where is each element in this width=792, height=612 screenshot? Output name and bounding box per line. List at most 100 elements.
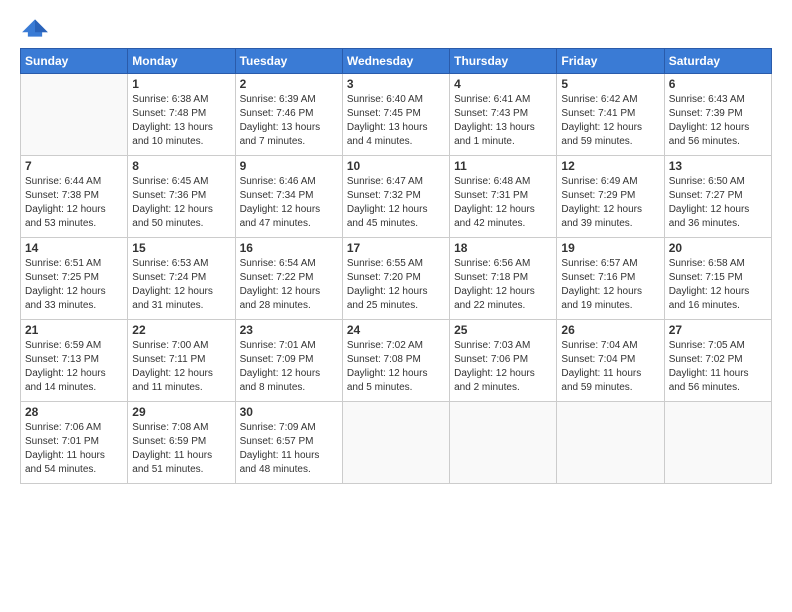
calendar-cell: 18 Sunrise: 6:56 AM Sunset: 7:18 PM Dayli… xyxy=(450,238,557,320)
day-info: Sunrise: 6:50 AM Sunset: 7:27 PM Dayligh… xyxy=(669,175,767,231)
day-info: Sunrise: 7:02 AM Sunset: 7:08 PM Dayligh… xyxy=(347,339,445,395)
day-info: Sunrise: 6:45 AM Sunset: 7:36 PM Dayligh… xyxy=(132,175,230,231)
day-number: 11 xyxy=(454,159,552,173)
calendar-cell: 16Sunrise: 6:54 AM Sunset: 7:22 PM Dayli… xyxy=(235,238,342,320)
calendar-cell: 20 Sunrise: 6:58 AM Sunset: 7:15 PM Dayli… xyxy=(664,238,771,320)
header xyxy=(20,18,772,38)
calendar-week-row: 14Sunrise: 6:51 AM Sunset: 7:25 PM Dayli… xyxy=(21,238,772,320)
weekday-header: Wednesday xyxy=(342,49,449,74)
calendar-cell: 19Sunrise: 6:57 AM Sunset: 7:16 PM Dayli… xyxy=(557,238,664,320)
day-number: 19 xyxy=(561,241,659,255)
weekday-row: SundayMondayTuesdayWednesdayThursdayFrid… xyxy=(21,49,772,74)
day-info: Sunrise: 6:41 AM Sunset: 7:43 PM Dayligh… xyxy=(454,93,552,149)
day-info: Sunrise: 6:47 AM Sunset: 7:32 PM Dayligh… xyxy=(347,175,445,231)
weekday-header: Sunday xyxy=(21,49,128,74)
calendar-cell: 3 Sunrise: 6:40 AM Sunset: 7:45 PM Daylig… xyxy=(342,74,449,156)
calendar-cell: 9 Sunrise: 6:46 AM Sunset: 7:34 PM Daylig… xyxy=(235,156,342,238)
day-number: 14 xyxy=(25,241,123,255)
page: SundayMondayTuesdayWednesdayThursdayFrid… xyxy=(0,0,792,494)
calendar-cell: 23 Sunrise: 7:01 AM Sunset: 7:09 PM Dayli… xyxy=(235,320,342,402)
day-number: 17 xyxy=(347,241,445,255)
day-number: 18 xyxy=(454,241,552,255)
calendar-cell xyxy=(21,74,128,156)
day-number: 28 xyxy=(25,405,123,419)
day-info: Sunrise: 7:05 AM Sunset: 7:02 PM Dayligh… xyxy=(669,339,767,395)
calendar-cell: 17 Sunrise: 6:55 AM Sunset: 7:20 PM Dayli… xyxy=(342,238,449,320)
day-number: 23 xyxy=(240,323,338,337)
weekday-header: Friday xyxy=(557,49,664,74)
calendar-cell: 30 Sunrise: 7:09 AM Sunset: 6:57 PM Dayli… xyxy=(235,402,342,484)
day-number: 8 xyxy=(132,159,230,173)
day-info: Sunrise: 7:09 AM Sunset: 6:57 PM Dayligh… xyxy=(240,421,338,477)
calendar-cell: 12 Sunrise: 6:49 AM Sunset: 7:29 PM Dayli… xyxy=(557,156,664,238)
calendar-cell: 8 Sunrise: 6:45 AM Sunset: 7:36 PM Daylig… xyxy=(128,156,235,238)
day-number: 21 xyxy=(25,323,123,337)
logo xyxy=(20,18,54,38)
calendar-cell: 7 Sunrise: 6:44 AM Sunset: 7:38 PM Daylig… xyxy=(21,156,128,238)
calendar-cell: 28 Sunrise: 7:06 AM Sunset: 7:01 PM Dayli… xyxy=(21,402,128,484)
calendar-cell xyxy=(664,402,771,484)
day-number: 10 xyxy=(347,159,445,173)
day-info: Sunrise: 7:01 AM Sunset: 7:09 PM Dayligh… xyxy=(240,339,338,395)
day-number: 22 xyxy=(132,323,230,337)
calendar-cell: 26 Sunrise: 7:04 AM Sunset: 7:04 PM Dayli… xyxy=(557,320,664,402)
calendar-cell: 4 Sunrise: 6:41 AM Sunset: 7:43 PM Daylig… xyxy=(450,74,557,156)
day-number: 7 xyxy=(25,159,123,173)
day-number: 2 xyxy=(240,77,338,91)
day-info: Sunrise: 6:49 AM Sunset: 7:29 PM Dayligh… xyxy=(561,175,659,231)
calendar-cell: 27 Sunrise: 7:05 AM Sunset: 7:02 PM Dayli… xyxy=(664,320,771,402)
calendar-cell: 5Sunrise: 6:42 AM Sunset: 7:41 PM Daylig… xyxy=(557,74,664,156)
day-number: 1 xyxy=(132,77,230,91)
day-info: Sunrise: 6:58 AM Sunset: 7:15 PM Dayligh… xyxy=(669,257,767,313)
calendar-cell: 21Sunrise: 6:59 AM Sunset: 7:13 PM Dayli… xyxy=(21,320,128,402)
day-number: 27 xyxy=(669,323,767,337)
calendar-cell: 1 Sunrise: 6:38 AM Sunset: 7:48 PM Daylig… xyxy=(128,74,235,156)
day-number: 20 xyxy=(669,241,767,255)
day-info: Sunrise: 7:08 AM Sunset: 6:59 PM Dayligh… xyxy=(132,421,230,477)
calendar-cell: 22 Sunrise: 7:00 AM Sunset: 7:11 PM Dayli… xyxy=(128,320,235,402)
calendar: SundayMondayTuesdayWednesdayThursdayFrid… xyxy=(20,48,772,484)
day-number: 30 xyxy=(240,405,338,419)
day-info: Sunrise: 6:56 AM Sunset: 7:18 PM Dayligh… xyxy=(454,257,552,313)
day-number: 4 xyxy=(454,77,552,91)
calendar-cell: 15 Sunrise: 6:53 AM Sunset: 7:24 PM Dayli… xyxy=(128,238,235,320)
day-number: 12 xyxy=(561,159,659,173)
day-number: 5 xyxy=(561,77,659,91)
day-info: Sunrise: 7:06 AM Sunset: 7:01 PM Dayligh… xyxy=(25,421,123,477)
day-info: Sunrise: 6:43 AM Sunset: 7:39 PM Dayligh… xyxy=(669,93,767,149)
calendar-cell xyxy=(342,402,449,484)
day-number: 9 xyxy=(240,159,338,173)
day-number: 24 xyxy=(347,323,445,337)
weekday-header: Saturday xyxy=(664,49,771,74)
day-number: 26 xyxy=(561,323,659,337)
calendar-cell: 14Sunrise: 6:51 AM Sunset: 7:25 PM Dayli… xyxy=(21,238,128,320)
day-number: 25 xyxy=(454,323,552,337)
calendar-week-row: 7 Sunrise: 6:44 AM Sunset: 7:38 PM Daylig… xyxy=(21,156,772,238)
day-info: Sunrise: 7:04 AM Sunset: 7:04 PM Dayligh… xyxy=(561,339,659,395)
calendar-cell: 10 Sunrise: 6:47 AM Sunset: 7:32 PM Dayli… xyxy=(342,156,449,238)
day-info: Sunrise: 6:55 AM Sunset: 7:20 PM Dayligh… xyxy=(347,257,445,313)
day-number: 6 xyxy=(669,77,767,91)
logo-icon xyxy=(20,18,50,38)
day-number: 15 xyxy=(132,241,230,255)
day-info: Sunrise: 6:53 AM Sunset: 7:24 PM Dayligh… xyxy=(132,257,230,313)
calendar-week-row: 1 Sunrise: 6:38 AM Sunset: 7:48 PM Daylig… xyxy=(21,74,772,156)
day-info: Sunrise: 6:44 AM Sunset: 7:38 PM Dayligh… xyxy=(25,175,123,231)
calendar-cell: 29Sunrise: 7:08 AM Sunset: 6:59 PM Dayli… xyxy=(128,402,235,484)
day-info: Sunrise: 6:48 AM Sunset: 7:31 PM Dayligh… xyxy=(454,175,552,231)
day-number: 16 xyxy=(240,241,338,255)
day-info: Sunrise: 7:00 AM Sunset: 7:11 PM Dayligh… xyxy=(132,339,230,395)
day-info: Sunrise: 6:46 AM Sunset: 7:34 PM Dayligh… xyxy=(240,175,338,231)
day-info: Sunrise: 6:38 AM Sunset: 7:48 PM Dayligh… xyxy=(132,93,230,149)
calendar-week-row: 28 Sunrise: 7:06 AM Sunset: 7:01 PM Dayli… xyxy=(21,402,772,484)
calendar-cell: 6 Sunrise: 6:43 AM Sunset: 7:39 PM Daylig… xyxy=(664,74,771,156)
calendar-cell: 2 Sunrise: 6:39 AM Sunset: 7:46 PM Daylig… xyxy=(235,74,342,156)
weekday-header: Monday xyxy=(128,49,235,74)
calendar-cell: 11 Sunrise: 6:48 AM Sunset: 7:31 PM Dayli… xyxy=(450,156,557,238)
calendar-cell: 24 Sunrise: 7:02 AM Sunset: 7:08 PM Dayli… xyxy=(342,320,449,402)
weekday-header: Tuesday xyxy=(235,49,342,74)
day-info: Sunrise: 6:39 AM Sunset: 7:46 PM Dayligh… xyxy=(240,93,338,149)
day-info: Sunrise: 6:40 AM Sunset: 7:45 PM Dayligh… xyxy=(347,93,445,149)
calendar-cell: 25Sunrise: 7:03 AM Sunset: 7:06 PM Dayli… xyxy=(450,320,557,402)
day-number: 3 xyxy=(347,77,445,91)
